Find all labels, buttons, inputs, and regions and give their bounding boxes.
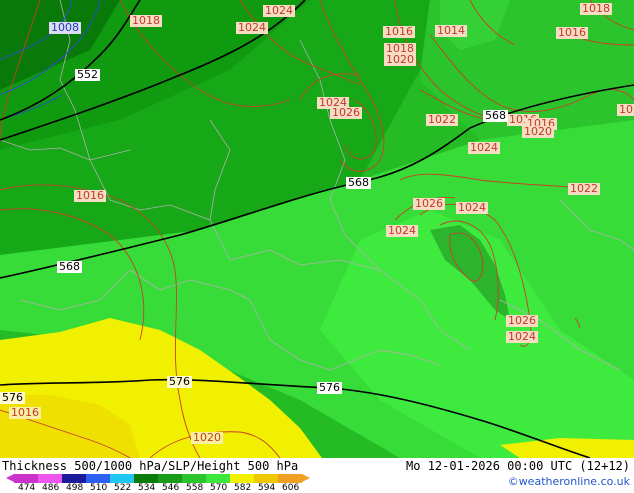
slp-label: 1020	[191, 431, 223, 444]
slp-label: 1008	[49, 21, 81, 34]
scale-arrow-left-icon	[6, 474, 14, 482]
scale-tick-label: 498	[66, 483, 84, 493]
height-label: 568	[483, 109, 508, 122]
height-label: 552	[75, 68, 100, 81]
slp-label: 1024	[236, 21, 268, 34]
slp-label: 1014	[435, 24, 467, 37]
scale-arrow-right-icon	[302, 474, 310, 482]
color-scale	[14, 474, 302, 483]
slp-label: 1024	[468, 141, 500, 154]
scale-tick-label: 522	[114, 483, 132, 493]
color-swatch	[158, 474, 182, 483]
slp-label: 1026	[330, 106, 362, 119]
height-label: 568	[57, 260, 82, 273]
color-swatch	[134, 474, 158, 483]
color-swatch	[110, 474, 134, 483]
scale-tick-label: 582	[234, 483, 252, 493]
color-swatch	[182, 474, 206, 483]
scale-tick-label: 570	[210, 483, 228, 493]
scale-tick-label: 558	[186, 483, 204, 493]
slp-label: 1016	[383, 25, 415, 38]
map-footer: Thickness 500/1000 hPa/SLP/Height 500 hP…	[0, 458, 634, 493]
scale-tick-label: 606	[282, 483, 300, 493]
slp-label: 1016	[9, 406, 41, 419]
color-swatch	[230, 474, 254, 483]
color-swatch	[38, 474, 62, 483]
scale-tick-label: 534	[138, 483, 156, 493]
color-scale-ticks: 474 486 498 510 522 534 546 558 570 582 594 606	[18, 483, 306, 493]
color-swatch	[278, 474, 302, 483]
height-label: 568	[346, 176, 371, 189]
color-swatch	[62, 474, 86, 483]
slp-label: 1020	[384, 53, 416, 66]
slp-label: 1024	[263, 4, 295, 17]
scale-tick-label: 546	[162, 483, 180, 493]
slp-label: 1018	[617, 104, 634, 116]
color-swatch	[254, 474, 278, 483]
slp-label: 1024	[456, 201, 488, 214]
slp-label: 1018	[580, 2, 612, 15]
scale-tick-label: 510	[90, 483, 108, 493]
slp-label: 1026	[506, 314, 538, 327]
slp-label: 1024	[506, 330, 538, 343]
slp-label: 1016	[74, 189, 106, 202]
scale-tick-label: 486	[42, 483, 60, 493]
slp-label: 1018	[130, 14, 162, 27]
slp-label: 1024	[386, 224, 418, 237]
slp-label: 1016	[556, 26, 588, 39]
slp-label: 1026	[413, 197, 445, 210]
credit-link[interactable]: ©weatheronline.co.uk	[508, 475, 630, 488]
slp-label: 1022	[426, 113, 458, 126]
color-swatch	[86, 474, 110, 483]
height-label: 576	[0, 391, 25, 404]
color-swatch	[206, 474, 230, 483]
scale-tick-label: 474	[18, 483, 36, 493]
height-label: 576	[167, 375, 192, 388]
valid-time: Mo 12-01-2026 00:00 UTC (12+12)	[406, 459, 630, 473]
color-swatch	[14, 474, 38, 483]
map-title: Thickness 500/1000 hPa/SLP/Height 500 hP…	[2, 459, 299, 473]
weather-map: 1008 1018 1024 1024 1018 1016 1014 1016 …	[0, 0, 634, 458]
scale-tick-label: 594	[258, 483, 276, 493]
height-label: 576	[317, 381, 342, 394]
slp-label: 1022	[568, 182, 600, 195]
slp-label: 1020	[522, 125, 554, 138]
